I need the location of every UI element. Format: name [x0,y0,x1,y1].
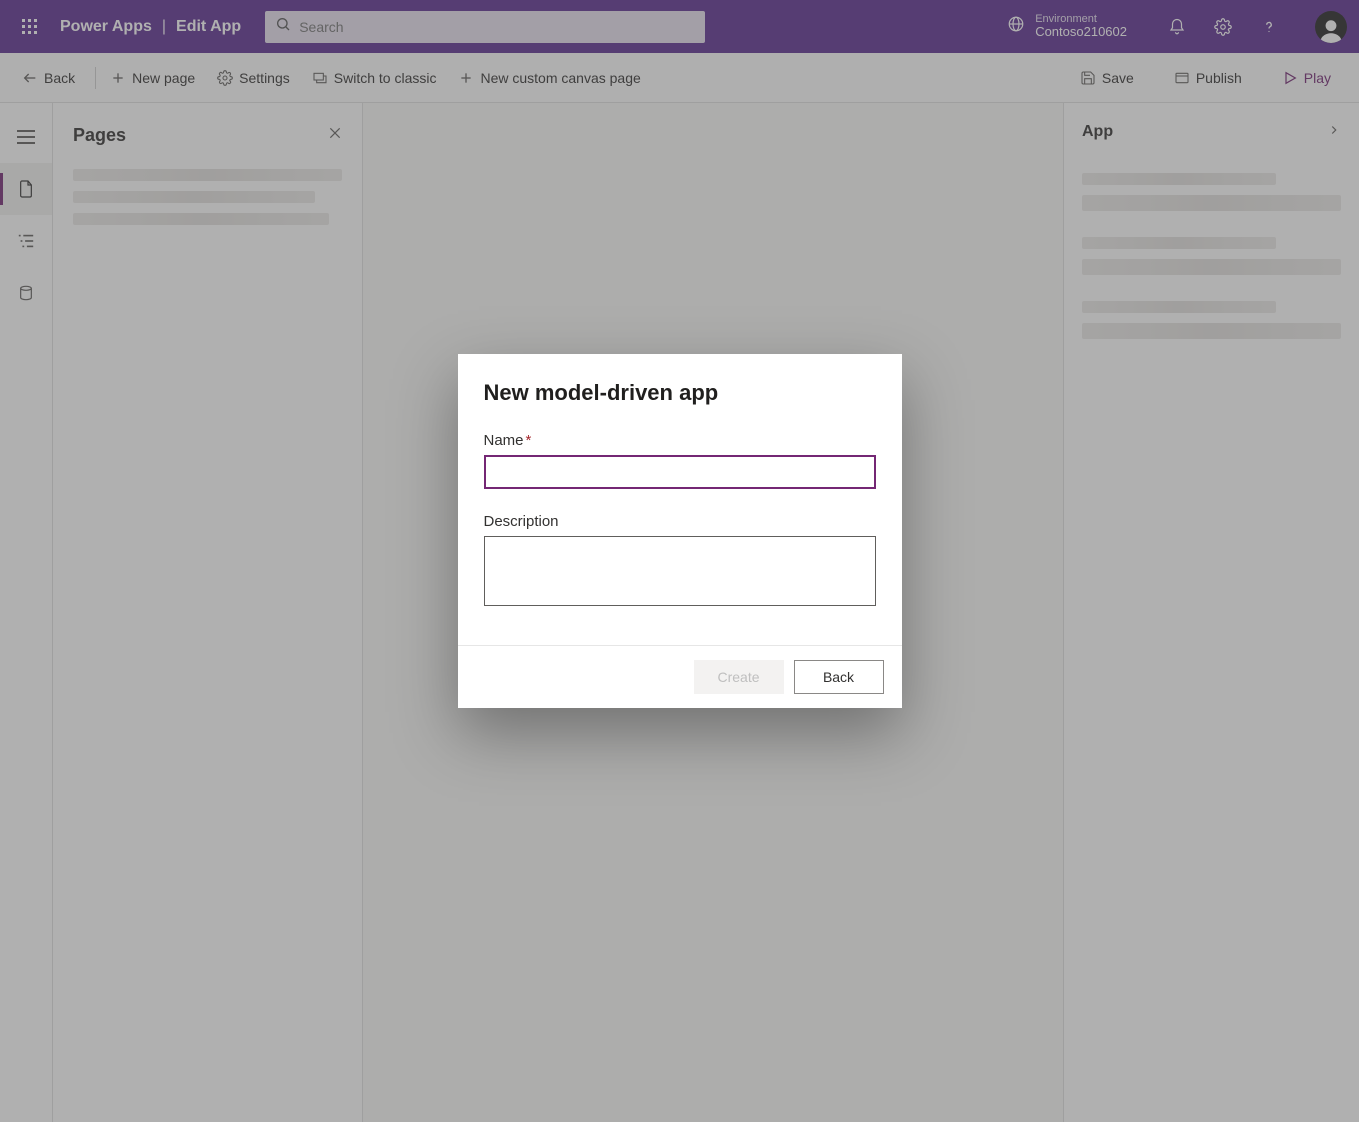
description-input[interactable] [484,536,876,606]
name-input[interactable] [484,455,876,489]
dialog-title: New model-driven app [484,380,876,406]
back-button-dialog[interactable]: Back [794,660,884,694]
name-label: Name* [484,432,876,449]
create-button[interactable]: Create [694,660,784,694]
description-label: Description [484,513,876,530]
dialog-footer: Create Back [458,645,902,708]
modal-overlay: New model-driven app Name* Description C… [0,0,1359,1122]
new-app-dialog: New model-driven app Name* Description C… [458,354,902,708]
